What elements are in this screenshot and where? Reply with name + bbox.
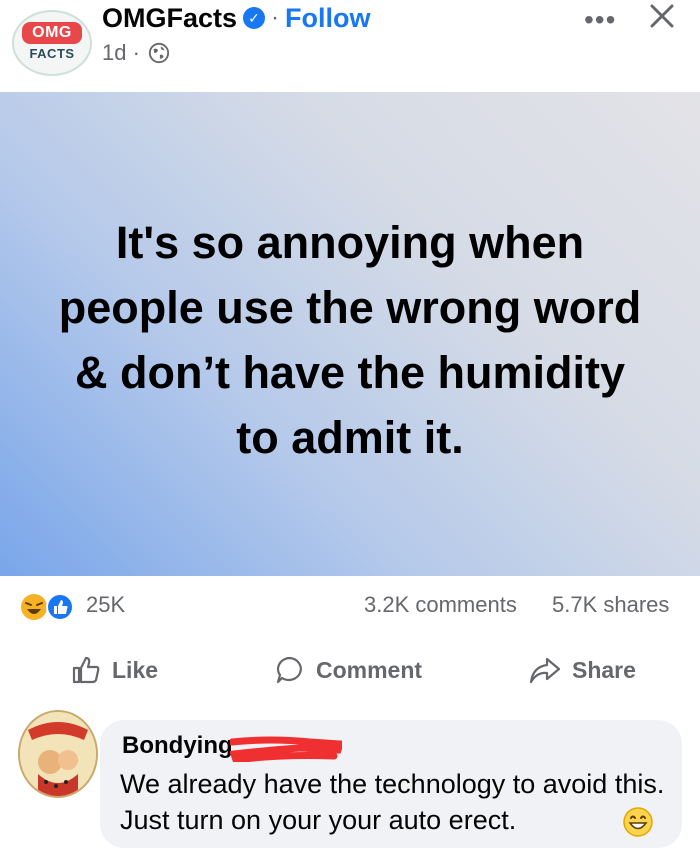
- separator-dot: ·: [271, 4, 280, 31]
- post-actions: Like Comment Share: [0, 640, 700, 702]
- more-options-icon[interactable]: •••: [584, 4, 616, 36]
- follow-button[interactable]: Follow: [285, 3, 370, 34]
- verified-badge-icon: ✓: [243, 7, 266, 29]
- post-header: OMG FACTS OMGFacts ✓ · Follow 1d · •••: [0, 0, 700, 92]
- post-stats: 25K 3.2K comments 5.7K shares: [0, 580, 700, 632]
- reaction-count[interactable]: 25K: [86, 592, 125, 618]
- shares-count[interactable]: 5.7K shares: [552, 592, 669, 618]
- comment-text: We already have the technology to avoid …: [120, 769, 665, 835]
- share-button[interactable]: Share: [528, 650, 636, 690]
- share-icon: [529, 657, 561, 684]
- avatar-facts-label: FACTS: [29, 46, 75, 61]
- comments-count[interactable]: 3.2K comments: [364, 592, 517, 618]
- like-label: Like: [112, 656, 159, 683]
- comic-avatar-image: [20, 712, 96, 796]
- redaction-scribble: [230, 736, 342, 762]
- post-image-text: It's so annoying when people use the wro…: [58, 217, 642, 463]
- avatar-omg-label: OMG: [22, 22, 82, 44]
- share-label: Share: [572, 656, 636, 683]
- commenter-avatar[interactable]: [18, 710, 98, 798]
- grinning-emoji-icon: [623, 807, 653, 837]
- post-image[interactable]: It's so annoying when people use the wro…: [0, 92, 700, 576]
- post-time[interactable]: 1d ·: [102, 40, 140, 66]
- globe-icon: [148, 42, 170, 64]
- post-meta: 1d ·: [102, 40, 170, 66]
- reaction-icons[interactable]: [20, 592, 82, 622]
- comment-icon: [276, 656, 302, 684]
- like-icon: [72, 656, 100, 684]
- page-name[interactable]: OMGFacts: [102, 3, 237, 34]
- comment-author[interactable]: Bondying: [122, 732, 233, 760]
- close-icon[interactable]: [648, 2, 676, 30]
- page-avatar[interactable]: OMG FACTS: [12, 10, 92, 76]
- like-button[interactable]: Like: [70, 650, 158, 690]
- comment-button[interactable]: Comment: [274, 650, 422, 690]
- name-row: OMGFacts ✓ · Follow: [102, 2, 371, 34]
- comment-label: Comment: [316, 656, 423, 683]
